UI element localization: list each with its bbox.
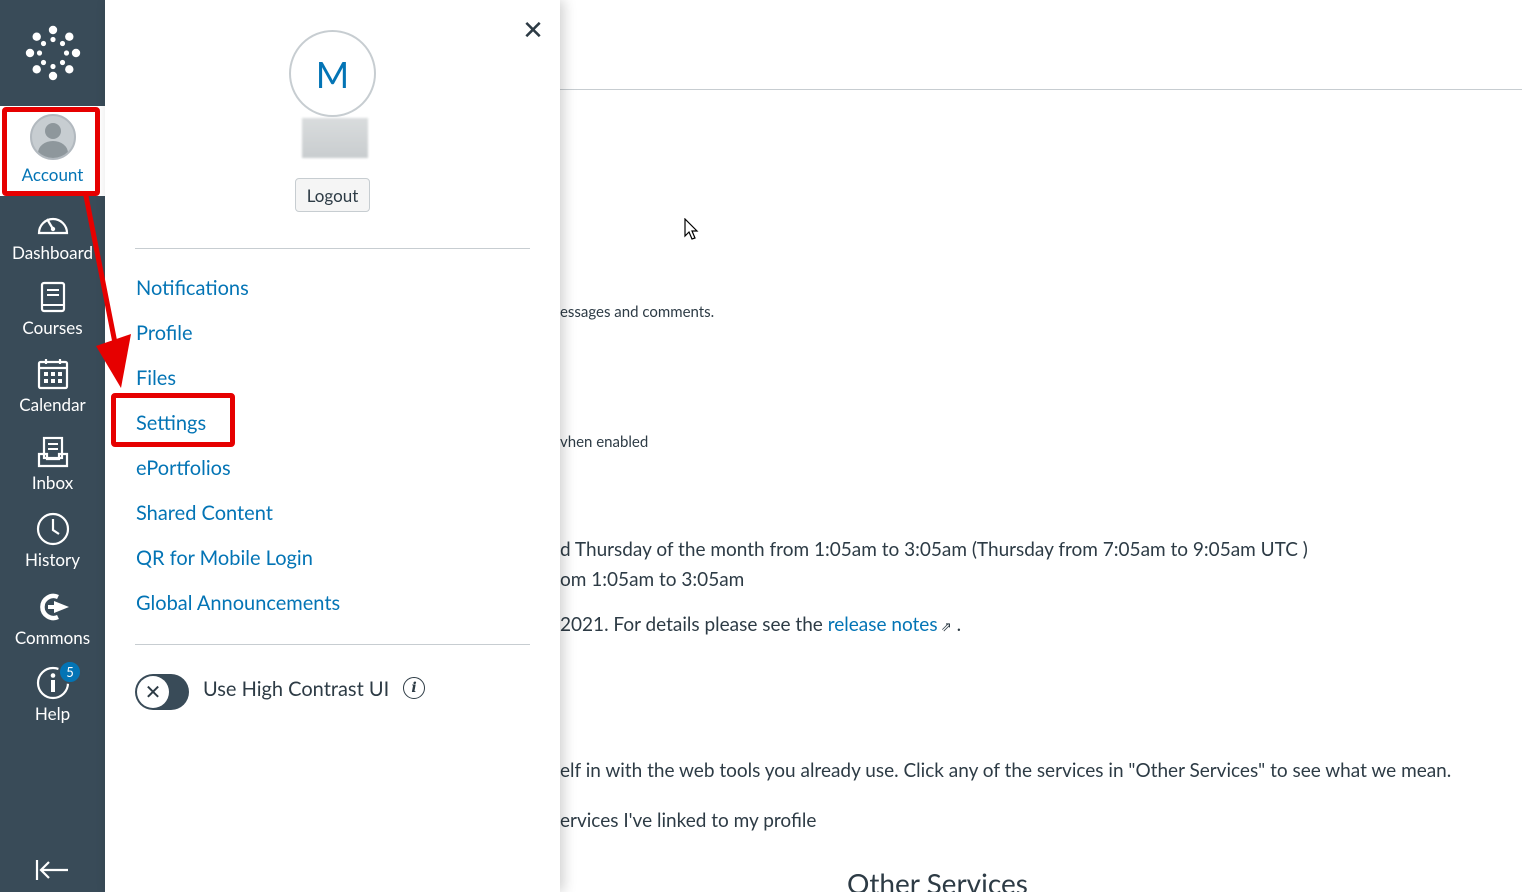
bg-text-messages: essages and comments. (560, 303, 715, 321)
release-notes-link[interactable]: release notes (828, 613, 938, 636)
mouse-cursor-icon (684, 218, 699, 240)
nav-history-label: History (25, 549, 80, 570)
help-notification-badge: 5 (58, 660, 82, 684)
nav-calendar-label: Calendar (19, 394, 86, 415)
canvas-logo-icon (25, 25, 80, 81)
bg-text-maintenance-2: om 1:05am to 3:05am (560, 568, 745, 591)
nav-history[interactable]: History (0, 512, 105, 590)
redacted-user-name (302, 118, 368, 158)
collapse-arrow-icon (35, 860, 68, 880)
menu-shared-content[interactable]: Shared Content (136, 501, 273, 525)
bg-text-web-tools: elf in with the web tools you already us… (560, 759, 1452, 782)
release-text-prefix: 2021. For details please see the (560, 613, 828, 636)
clock-icon (36, 512, 70, 546)
nav-courses-label: Courses (22, 317, 83, 338)
logout-button[interactable]: Logout (295, 178, 370, 212)
tray-divider-bottom (135, 644, 530, 645)
bg-text-release: 2021. For details please see the release… (560, 613, 961, 636)
menu-profile[interactable]: Profile (136, 321, 193, 345)
close-tray-button[interactable]: ✕ (518, 12, 548, 45)
menu-files[interactable]: Files (136, 366, 176, 390)
nav-calendar[interactable]: Calendar (0, 357, 105, 435)
user-avatar-icon (29, 114, 76, 160)
bg-text-maintenance: d Thursday of the month from 1:05am to 3… (560, 538, 1308, 561)
nav-account[interactable]: Account (0, 106, 105, 196)
nav-commons-label: Commons (14, 627, 91, 648)
commons-icon (36, 590, 70, 624)
canvas-logo[interactable] (0, 0, 105, 106)
nav-help[interactable]: Help (0, 666, 105, 744)
menu-eportfolios[interactable]: ePortfolios (136, 456, 231, 480)
collapse-nav-button[interactable] (32, 855, 72, 885)
info-icon[interactable]: i (403, 677, 425, 699)
bg-text-enabled: vhen enabled (560, 433, 649, 451)
menu-qr-mobile-login[interactable]: QR for Mobile Login (136, 546, 313, 570)
menu-notifications[interactable]: Notifications (136, 276, 249, 300)
tray-divider-top (135, 248, 530, 249)
bg-text-linked-services: ervices I've linked to my profile (560, 809, 817, 832)
nav-dashboard[interactable]: Dashboard (0, 205, 105, 283)
external-link-icon: ⇗ (937, 618, 952, 634)
high-contrast-toggle[interactable]: ✕ (135, 674, 189, 710)
nav-commons[interactable]: Commons (0, 590, 105, 668)
global-navigation: Account Dashboard Courses Calendar Inbox… (0, 0, 105, 892)
header-divider (560, 89, 1522, 90)
menu-global-announcements[interactable]: Global Announcements (136, 591, 340, 615)
release-text-suffix: . (951, 613, 962, 636)
inbox-icon (36, 435, 70, 469)
dashboard-icon (36, 205, 70, 239)
other-services-heading: Other Services (847, 866, 1028, 892)
nav-courses[interactable]: Courses (0, 280, 105, 358)
close-icon: ✕ (522, 12, 544, 45)
calendar-icon (36, 357, 70, 391)
nav-inbox-label: Inbox (31, 472, 74, 493)
nav-account-label: Account (21, 164, 84, 185)
menu-settings[interactable]: Settings (136, 411, 206, 435)
toggle-off-x-icon: ✕ (137, 676, 169, 708)
high-contrast-label: Use High Contrast UI (203, 677, 390, 701)
courses-book-icon (36, 280, 70, 314)
nav-dashboard-label: Dashboard (12, 242, 93, 263)
nav-inbox[interactable]: Inbox (0, 435, 105, 513)
tray-user-avatar: M (289, 30, 376, 117)
nav-help-label: Help (34, 703, 71, 724)
